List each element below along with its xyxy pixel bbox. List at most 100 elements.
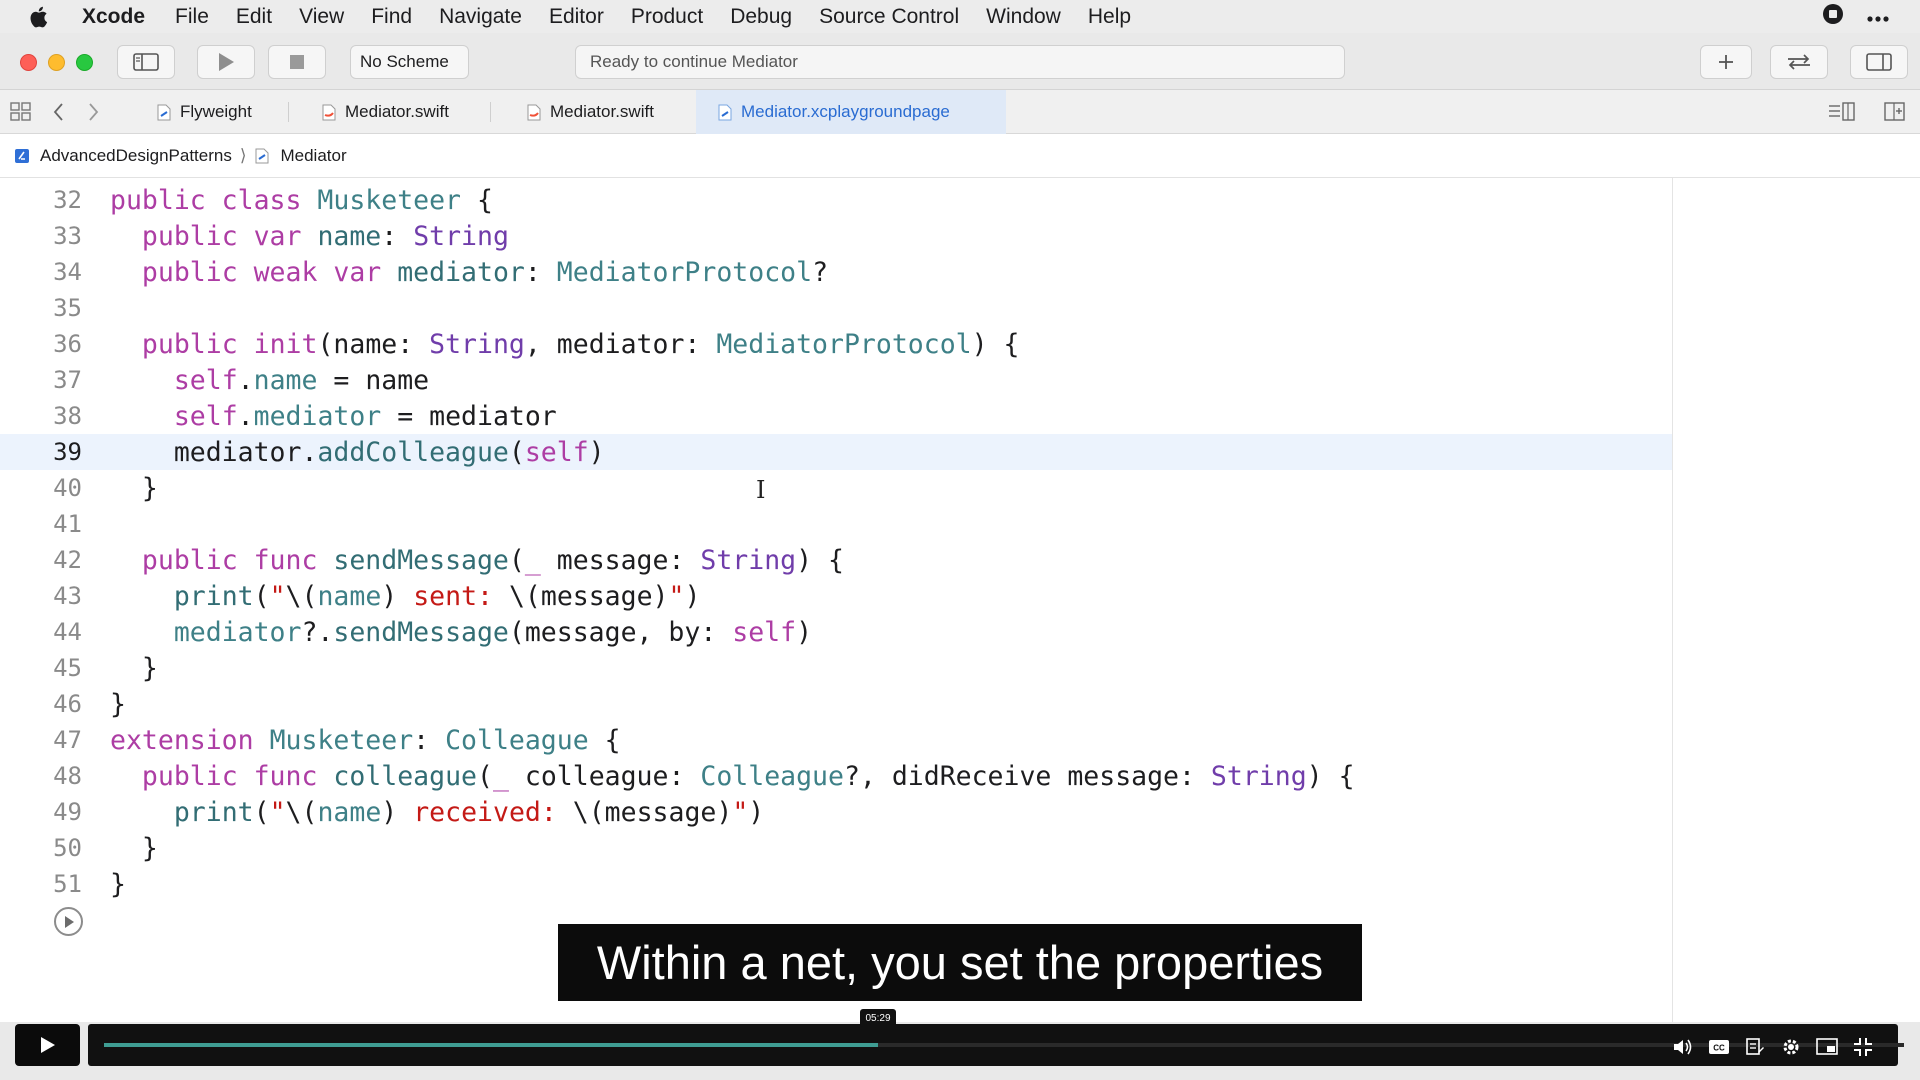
run-playground-button[interactable] bbox=[54, 907, 83, 936]
breadcrumb-page[interactable]: Mediator bbox=[280, 146, 346, 166]
forward-chevron-icon[interactable] bbox=[88, 102, 100, 127]
code-line: 49 print("\(name) received: \(message)") bbox=[0, 794, 1672, 830]
menu-editor[interactable]: Editor bbox=[549, 5, 604, 29]
volume-icon[interactable] bbox=[1672, 1036, 1694, 1058]
player-control-icons: CC bbox=[1672, 1026, 1874, 1068]
run-button[interactable] bbox=[197, 45, 255, 79]
sidebar-left-icon bbox=[133, 53, 159, 71]
playground-page-icon bbox=[718, 104, 732, 120]
line-number: 49 bbox=[53, 798, 82, 826]
code-line: 44 mediator?.sendMessage(message, by: se… bbox=[0, 614, 1672, 650]
minimize-window-button[interactable] bbox=[48, 54, 65, 71]
line-number: 50 bbox=[53, 834, 82, 862]
line-number: 42 bbox=[53, 546, 82, 574]
playground-file-icon bbox=[157, 104, 171, 120]
line-number: 43 bbox=[53, 582, 82, 610]
stop-button[interactable] bbox=[268, 45, 326, 79]
tab-mediator-swift-2[interactable]: Mediator.swift bbox=[505, 90, 690, 134]
stop-icon bbox=[290, 55, 304, 69]
adjust-editor-options-icon[interactable] bbox=[1828, 102, 1856, 127]
code-line: 32 public class Musketeer { bbox=[0, 182, 1672, 218]
menu-bar: Xcode File Edit View Find Navigate Edito… bbox=[0, 0, 1920, 33]
current-time: 05:29 bbox=[860, 1009, 896, 1027]
video-play-button[interactable] bbox=[15, 1024, 80, 1066]
line-number: 32 bbox=[53, 186, 82, 214]
play-icon bbox=[219, 53, 234, 71]
line-number: 37 bbox=[53, 366, 82, 394]
play-icon bbox=[40, 1037, 55, 1053]
code-line: 41 bbox=[0, 506, 1672, 542]
code-line: 33 public var name: String bbox=[0, 218, 1672, 254]
video-progress-bar[interactable]: 05:29 CC bbox=[88, 1009, 1904, 1068]
window-toolbar: No Scheme Ready to continue Mediator bbox=[0, 33, 1920, 90]
tab-divider bbox=[288, 102, 289, 122]
menu-help[interactable]: Help bbox=[1088, 5, 1131, 29]
back-chevron-icon[interactable] bbox=[52, 102, 64, 127]
tab-label: Mediator.swift bbox=[345, 102, 449, 121]
closed-captions-icon[interactable]: CC bbox=[1708, 1036, 1730, 1058]
apple-icon[interactable] bbox=[28, 4, 52, 30]
code-line: 45 } bbox=[0, 650, 1672, 686]
settings-gear-icon[interactable] bbox=[1780, 1036, 1802, 1058]
code-line: 51 } bbox=[0, 866, 1672, 902]
code-line: 37 self.name = name bbox=[0, 362, 1672, 398]
menu-find[interactable]: Find bbox=[371, 5, 412, 29]
more-icon[interactable] bbox=[1866, 5, 1890, 29]
line-number: 45 bbox=[53, 654, 82, 682]
screen-recording-icon[interactable] bbox=[1822, 3, 1844, 31]
line-number: 46 bbox=[53, 690, 82, 718]
menu-edit[interactable]: Edit bbox=[236, 5, 272, 29]
playground-page-icon bbox=[255, 148, 269, 163]
code-line: 36 public init(name: String, mediator: M… bbox=[0, 326, 1672, 362]
line-number: 36 bbox=[53, 330, 82, 358]
line-number: 39 bbox=[53, 438, 82, 466]
code-line: 43 print("\(name) sent: \(message)") bbox=[0, 578, 1672, 614]
tab-mediator-swift-1[interactable]: Mediator.swift bbox=[300, 90, 485, 134]
tab-label: Flyweight bbox=[180, 102, 252, 121]
breadcrumb-project[interactable]: AdvancedDesignPatterns bbox=[40, 146, 232, 166]
exit-fullscreen-icon[interactable] bbox=[1852, 1036, 1874, 1058]
code-review-button[interactable] bbox=[1770, 45, 1828, 79]
line-number: 51 bbox=[53, 870, 82, 898]
menu-debug[interactable]: Debug bbox=[730, 5, 792, 29]
source-editor[interactable]: 32 public class Musketeer { 33 public va… bbox=[0, 178, 1672, 1022]
zoom-window-button[interactable] bbox=[76, 54, 93, 71]
code-line: 48 public func colleague(_ colleague: Co… bbox=[0, 758, 1672, 794]
transcript-icon[interactable] bbox=[1744, 1036, 1766, 1058]
tab-flyweight[interactable]: Flyweight bbox=[135, 90, 285, 134]
swift-file-icon bbox=[527, 104, 541, 120]
line-number: 48 bbox=[53, 762, 82, 790]
code-line: 47 extension Musketeer: Colleague { bbox=[0, 722, 1672, 758]
add-editor-icon[interactable] bbox=[1884, 102, 1906, 127]
line-number: 47 bbox=[53, 726, 82, 754]
swap-arrows-icon bbox=[1788, 54, 1810, 70]
activity-viewer: Ready to continue Mediator bbox=[575, 45, 1345, 79]
line-number: 35 bbox=[53, 294, 82, 322]
tab-divider bbox=[490, 102, 491, 122]
menu-file[interactable]: File bbox=[175, 5, 209, 29]
activity-status-text: Ready to continue Mediator bbox=[590, 52, 798, 71]
sidebar-right-icon bbox=[1866, 53, 1892, 71]
toggle-inspector-button[interactable] bbox=[1850, 45, 1908, 79]
menu-window[interactable]: Window bbox=[986, 5, 1061, 29]
tab-mediator-xcplaygroundpage[interactable]: Mediator.xcplaygroundpage bbox=[696, 90, 1006, 134]
picture-in-picture-icon[interactable] bbox=[1816, 1036, 1838, 1058]
related-items-icon[interactable] bbox=[10, 102, 32, 127]
scheme-selector[interactable]: No Scheme bbox=[350, 45, 469, 79]
jump-bar: AdvancedDesignPatterns ⟩ Mediator bbox=[0, 134, 1920, 178]
tab-label: Mediator.xcplaygroundpage bbox=[741, 102, 950, 121]
toggle-navigator-button[interactable] bbox=[117, 45, 175, 79]
menu-view[interactable]: View bbox=[299, 5, 344, 29]
line-number: 34 bbox=[53, 258, 82, 286]
close-window-button[interactable] bbox=[20, 54, 37, 71]
line-number: 41 bbox=[53, 510, 82, 538]
project-icon bbox=[15, 148, 29, 163]
menu-source-control[interactable]: Source Control bbox=[819, 5, 959, 29]
editor-tab-bar: Flyweight Mediator.swift Mediator.swift … bbox=[0, 90, 1920, 134]
menu-product[interactable]: Product bbox=[631, 5, 703, 29]
results-sidebar bbox=[1672, 178, 1920, 1022]
menu-app-xcode[interactable]: Xcode bbox=[82, 5, 145, 29]
menu-navigate[interactable]: Navigate bbox=[439, 5, 522, 29]
library-button[interactable] bbox=[1700, 45, 1752, 79]
tab-label: Mediator.swift bbox=[550, 102, 654, 121]
